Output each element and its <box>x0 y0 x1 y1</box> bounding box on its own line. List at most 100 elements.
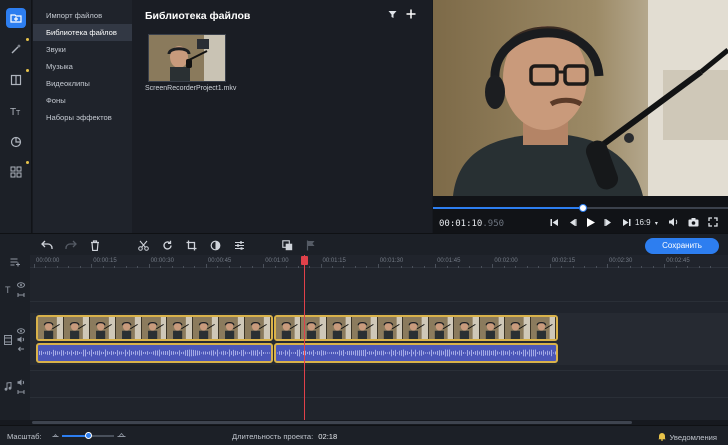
track-controls: T <box>0 255 30 420</box>
ruler-tick-label: 00:01:15 <box>322 258 346 264</box>
timeline[interactable]: 00:00:00 00:00:15 00:00:30 00:00:45 00:01:00… <box>30 255 728 420</box>
video-clip[interactable] <box>274 315 558 363</box>
ruler-tick <box>412 266 414 268</box>
rotate-icon[interactable] <box>160 238 174 252</box>
ruler-tick <box>263 264 265 268</box>
frame-back-icon[interactable] <box>565 215 579 229</box>
play-icon[interactable] <box>583 215 597 229</box>
transitions-icon[interactable] <box>6 69 29 90</box>
skip-forward-icon[interactable] <box>619 215 633 229</box>
frame-forward-icon[interactable] <box>601 215 615 229</box>
eye-icon[interactable] <box>17 281 25 290</box>
skip-back-icon[interactable] <box>547 215 561 229</box>
video-track[interactable] <box>30 313 728 365</box>
timecode-main: 00:01:10 <box>439 219 483 229</box>
ruler-tick-label: 00:02:45 <box>666 258 690 264</box>
bell-icon <box>657 432 666 443</box>
ruler-tick <box>251 266 253 268</box>
eye-icon[interactable] <box>17 327 25 336</box>
magic-wand-icon[interactable] <box>6 38 29 59</box>
panel-title: Библиотека файлов <box>145 10 251 22</box>
marker-flag-icon[interactable] <box>304 238 318 252</box>
ruler-tick <box>217 266 219 268</box>
stickers-icon[interactable] <box>6 132 26 152</box>
ruler-tick <box>79 266 81 268</box>
arrow-left-icon[interactable] <box>17 345 25 354</box>
save-button[interactable]: Сохранить <box>645 238 719 254</box>
speaker-icon[interactable] <box>17 379 25 388</box>
clip-frame <box>505 317 531 339</box>
undo-icon[interactable] <box>40 238 54 252</box>
preview-frame <box>433 0 728 196</box>
ruler-tick <box>56 266 58 268</box>
playhead-handle[interactable] <box>301 256 308 265</box>
playhead[interactable] <box>304 255 305 420</box>
more-tools-icon[interactable] <box>6 161 29 182</box>
ruler-tick <box>561 266 563 268</box>
zoom-in-icon[interactable] <box>117 431 126 440</box>
add-icon[interactable] <box>406 9 416 21</box>
zoom-out-icon[interactable] <box>52 431 59 440</box>
notifications-button[interactable]: Уведомления <box>657 432 717 443</box>
category-video-clips[interactable]: Видеоклипы <box>33 75 132 92</box>
ruler-tick-label: 00:01:30 <box>379 258 404 264</box>
link-icon[interactable] <box>17 388 25 397</box>
time-ruler[interactable]: 00:00:00 00:00:15 00:00:30 00:00:45 00:01:00… <box>30 255 728 268</box>
ruler-tick <box>400 266 402 268</box>
volume-icon[interactable] <box>666 215 680 229</box>
ruler-tick <box>354 266 356 268</box>
category-import-files[interactable]: Импорт файлов <box>33 7 132 24</box>
ruler-tick <box>446 266 448 268</box>
category-music[interactable]: Музыка <box>33 58 132 75</box>
playback-progress[interactable] <box>433 204 728 212</box>
clip-frame <box>377 317 404 339</box>
timeline-scrollbar[interactable] <box>32 421 632 424</box>
library-file-item[interactable]: ScreenRecorderProject1.mkv <box>145 34 236 94</box>
redo-icon[interactable] <box>64 238 78 252</box>
category-backgrounds[interactable]: Фоны <box>33 92 132 109</box>
clip-frame <box>301 317 327 339</box>
zoom-slider[interactable] <box>62 432 114 439</box>
filter-icon[interactable] <box>388 10 397 21</box>
titles-icon[interactable]: TT <box>6 101 26 121</box>
cut-icon[interactable] <box>136 238 150 252</box>
category-file-library[interactable]: Библиотека файлов <box>33 24 132 41</box>
overlay-icon[interactable] <box>280 238 294 252</box>
clip-properties-icon[interactable] <box>232 238 246 252</box>
clip-frame <box>245 317 271 339</box>
clip-frame <box>352 317 378 339</box>
crop-icon[interactable] <box>184 238 198 252</box>
notifications-label: Уведомления <box>669 433 717 442</box>
fullscreen-icon[interactable] <box>706 215 720 229</box>
status-bar: Масштаб: Длительность проекта: 02:18 Увед… <box>0 425 728 445</box>
category-effect-packs[interactable]: Наборы эффектов <box>33 109 132 126</box>
zoom-handle[interactable] <box>85 432 92 439</box>
progress-handle[interactable] <box>579 204 588 212</box>
ruler-tick <box>102 266 104 268</box>
color-adjust-icon[interactable] <box>208 238 222 252</box>
ruler-tick <box>652 266 654 268</box>
text-track[interactable] <box>30 278 728 302</box>
add-track-icon[interactable] <box>10 257 21 269</box>
ruler-tick <box>125 266 127 268</box>
aspect-ratio-value: 16:9 <box>635 218 651 227</box>
link-icon[interactable] <box>17 291 25 300</box>
snapshot-icon[interactable] <box>686 215 700 229</box>
import-icon[interactable] <box>6 8 26 28</box>
ruler-tick-label: 00:01:45 <box>437 258 461 264</box>
clip-frame <box>141 317 168 339</box>
ruler-tick <box>297 266 299 268</box>
ruler-tick-label: 00:00:15 <box>93 258 117 264</box>
ruler-tick <box>377 264 379 268</box>
chevron-down-icon: ▾ <box>654 221 658 227</box>
category-sounds[interactable]: Звуки <box>33 41 132 58</box>
trash-icon[interactable] <box>88 238 102 252</box>
ruler-tick-label: 00:01:00 <box>265 258 289 264</box>
clip-frame <box>479 317 506 339</box>
ruler-tick <box>343 266 345 268</box>
video-clip[interactable] <box>36 315 273 363</box>
audio-track[interactable] <box>30 370 728 398</box>
ruler-tick <box>182 266 184 268</box>
aspect-ratio-select[interactable]: 16:9 ▾ <box>635 218 658 227</box>
speaker-icon[interactable] <box>17 336 25 345</box>
